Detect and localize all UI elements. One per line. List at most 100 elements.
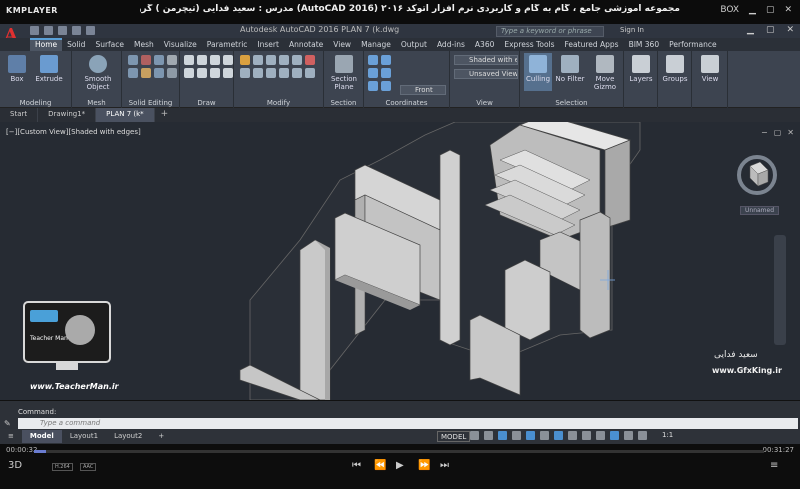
offset-icon[interactable] [292,68,302,78]
extract-edges-icon[interactable] [141,68,151,78]
erase-icon[interactable] [305,55,315,65]
groups-button[interactable]: Groups [660,55,690,83]
minimize-icon[interactable]: ▁ [747,25,754,35]
tab-parametric[interactable]: Parametric [202,38,253,51]
ucs-menu[interactable]: Unnamed [740,206,780,215]
osnap-icon[interactable] [526,431,535,440]
redo-icon[interactable] [86,26,95,35]
open-icon[interactable] [44,26,53,35]
lineweight-icon[interactable] [568,431,577,440]
ucs-face-icon[interactable] [381,81,391,91]
scale-icon[interactable] [253,68,263,78]
grid-icon[interactable] [470,431,479,440]
sign-in-button[interactable]: Sign In [620,26,644,34]
culling-button[interactable]: Culling [524,53,552,91]
layers-button[interactable]: Layers [626,55,656,83]
visual-style-select[interactable]: Shaded with e... [454,55,518,65]
layout-menu-icon[interactable]: ≡ [0,430,22,443]
maximize-icon[interactable]: ▢ [766,5,775,15]
snap-icon[interactable] [484,431,493,440]
section-plane-button[interactable]: Section Plane [328,55,360,91]
shell-icon[interactable] [167,68,177,78]
model-toggle[interactable]: MODEL [437,431,471,442]
tab-featured-apps[interactable]: Featured Apps [560,38,624,51]
smooth-object-button[interactable]: Smooth Object [82,55,114,91]
circle-icon[interactable] [210,55,220,65]
ucs-view-icon[interactable] [381,68,391,78]
navigation-bar[interactable] [774,235,786,345]
close-icon[interactable]: ✕ [784,5,792,15]
next-icon[interactable]: ⏭ [440,460,449,471]
tab-express-tools[interactable]: Express Tools [499,38,559,51]
fillet-icon[interactable] [292,55,302,65]
imprint-icon[interactable] [128,68,138,78]
command-input[interactable]: Type a command [18,418,798,429]
stretch-icon[interactable] [240,68,250,78]
gizmo-toggle-icon[interactable] [624,431,633,440]
trim-icon[interactable] [279,68,289,78]
dynamic-ucs-icon[interactable] [554,431,563,440]
ucs-object-icon[interactable] [368,81,378,91]
previous-icon[interactable]: ⏮ [352,460,361,471]
tab-view[interactable]: View [328,38,356,51]
subtract-icon[interactable] [141,55,151,65]
view-front-select[interactable]: Front [400,85,446,95]
file-tab[interactable]: Drawing1* [38,108,97,122]
viewport-close-icon[interactable]: ✕ [787,128,794,137]
viewport-controls-label[interactable]: [−][Custom View][Shaded with edges] [6,128,141,136]
tab-solid[interactable]: Solid [62,38,90,51]
tab-add-ins[interactable]: Add-ins [432,38,470,51]
ortho-icon[interactable] [498,431,507,440]
line-icon[interactable] [184,55,194,65]
tab-home[interactable]: Home [30,38,63,51]
annotation-scale[interactable]: 1:1 [662,431,673,439]
view-button[interactable]: View [695,55,725,83]
polyline-icon[interactable] [197,55,207,65]
array-icon[interactable] [266,68,276,78]
new-icon[interactable] [30,26,39,35]
minimize-icon[interactable]: ▁ [749,5,756,15]
layout-tab[interactable]: Layout2 [106,430,150,443]
tab-mesh[interactable]: Mesh [129,38,159,51]
menu-icon[interactable]: ≡ [770,460,778,471]
box-button[interactable]: Box [6,55,28,83]
rectangle-icon[interactable] [184,68,194,78]
file-tab[interactable]: PLAN 7 (k* [96,108,155,122]
drawing-viewport[interactable] [0,122,800,400]
undo-icon[interactable] [72,26,81,35]
wrench-icon[interactable]: ✎ [4,419,14,429]
intersect-icon[interactable] [154,55,164,65]
transparency-icon[interactable] [582,431,591,440]
slice-icon[interactable] [167,55,177,65]
tab-annotate[interactable]: Annotate [284,38,328,51]
search-input[interactable]: Type a keyword or phrase [496,26,604,37]
3d-osnap-icon[interactable] [610,431,619,440]
saved-view-select[interactable]: Unsaved View [454,69,518,79]
copy-icon[interactable] [266,55,276,65]
no-filter-button[interactable]: No Filter [554,55,586,83]
explode-icon[interactable] [305,68,315,78]
union-icon[interactable] [128,55,138,65]
tab-visualize[interactable]: Visualize [159,38,202,51]
ellipse-icon[interactable] [210,68,220,78]
layout-tab[interactable]: Model [21,430,62,443]
restore-icon[interactable]: ▢ [766,25,775,35]
ucs-origin-icon[interactable] [368,68,378,78]
tab-bim-360[interactable]: BIM 360 [624,38,665,51]
hatch-icon[interactable] [223,68,233,78]
viewport-restore-icon[interactable]: ▢ [774,128,782,137]
ucs-world-icon[interactable] [381,55,391,65]
move-icon[interactable] [240,55,250,65]
save-icon[interactable] [58,26,67,35]
separate-icon[interactable] [154,68,164,78]
arc-icon[interactable] [223,55,233,65]
otrack-icon[interactable] [540,431,549,440]
extrude-button[interactable]: Extrude [34,55,64,83]
selection-cycling-icon[interactable] [596,431,605,440]
play-icon[interactable]: ▶ [396,460,404,471]
tab-surface[interactable]: Surface [90,38,129,51]
rewind-icon[interactable]: ⏪ [374,460,386,471]
polar-icon[interactable] [512,431,521,440]
move-gizmo-button[interactable]: Move Gizmo [590,55,620,91]
tab-manage[interactable]: Manage [356,38,396,51]
